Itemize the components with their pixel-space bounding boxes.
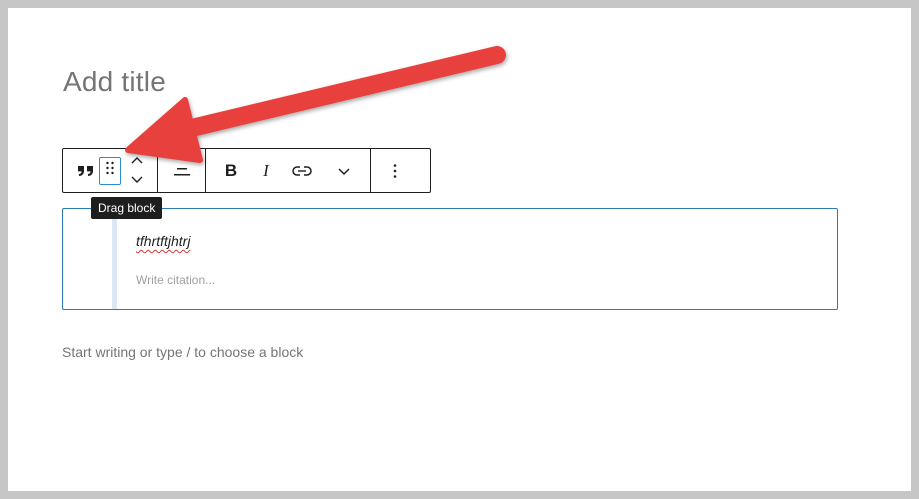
- quote-icon: [77, 164, 95, 178]
- align-group: [158, 149, 205, 192]
- quote-block[interactable]: tfhrtftjhtrj Write citation...: [62, 208, 838, 310]
- move-controls: [125, 149, 149, 192]
- chevron-up-icon[interactable]: [130, 153, 144, 171]
- format-group: B I: [206, 149, 370, 192]
- italic-button[interactable]: I: [246, 149, 286, 192]
- block-controls-group: [63, 149, 157, 192]
- italic-icon: I: [263, 160, 269, 180]
- citation-input[interactable]: Write citation...: [136, 273, 215, 287]
- editor-canvas: Add title B I tfhrtftjhtrj Write citatio…: [8, 8, 911, 491]
- align-button[interactable]: [158, 149, 205, 192]
- options-group: [371, 149, 418, 192]
- quote-block-type-button[interactable]: [75, 149, 97, 192]
- bold-button[interactable]: B: [216, 149, 246, 192]
- drag-handle-icon: [105, 160, 115, 181]
- chevron-down-icon: [337, 166, 351, 176]
- align-icon: [173, 164, 191, 178]
- link-button[interactable]: [286, 149, 318, 192]
- block-toolbar: B I: [62, 148, 431, 193]
- quote-text[interactable]: tfhrtftjhtrj: [136, 233, 190, 249]
- post-title-input[interactable]: Add title: [63, 66, 166, 98]
- drag-block-tooltip: Drag block: [91, 197, 163, 219]
- link-icon: [292, 165, 312, 177]
- more-rich-text-button[interactable]: [318, 149, 370, 192]
- paragraph-placeholder[interactable]: Start writing or type / to choose a bloc…: [62, 344, 303, 360]
- more-vertical-icon: [393, 163, 397, 179]
- chevron-down-icon[interactable]: [130, 171, 144, 189]
- drag-block-button[interactable]: [99, 156, 121, 185]
- options-button[interactable]: [371, 149, 418, 192]
- quote-border-bar: [112, 209, 117, 309]
- bold-icon: B: [224, 160, 238, 180]
